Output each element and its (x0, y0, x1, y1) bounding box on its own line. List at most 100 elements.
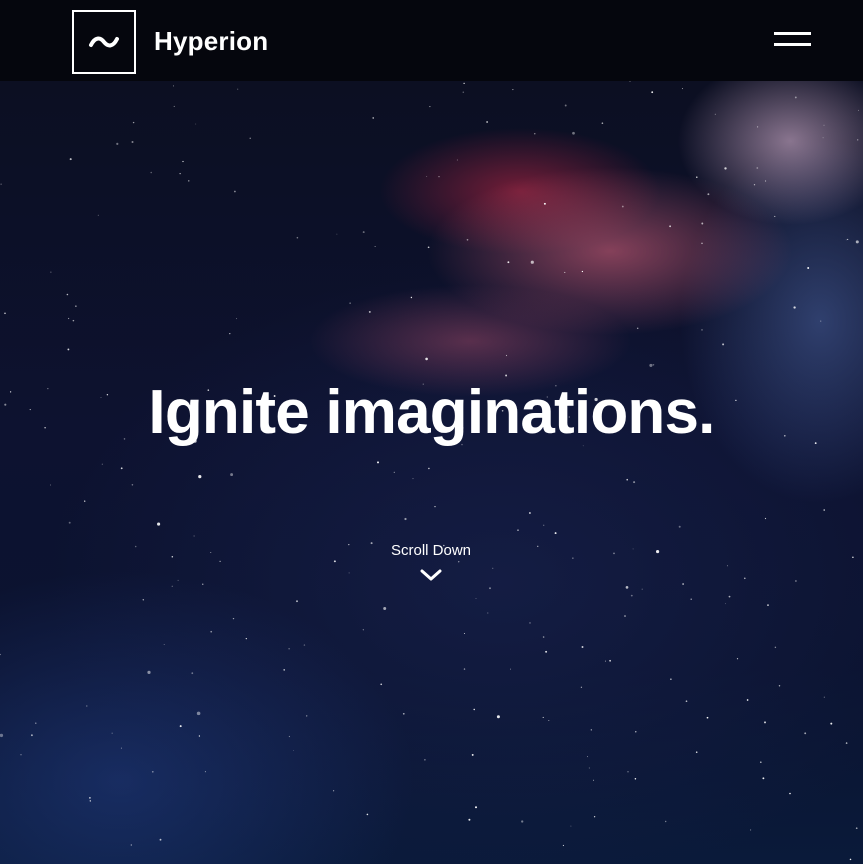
star (179, 173, 181, 175)
star (823, 124, 825, 126)
hero-headline: Ignite imaginations. (148, 378, 715, 447)
star (245, 638, 247, 640)
star (588, 767, 590, 769)
star (794, 580, 797, 582)
star (681, 88, 683, 90)
star (191, 672, 194, 675)
chevron-down-icon (420, 569, 442, 581)
star (604, 660, 606, 662)
star (332, 790, 335, 792)
star (434, 505, 436, 508)
star (377, 461, 379, 464)
star (542, 716, 544, 718)
star (593, 816, 596, 818)
star (410, 296, 413, 299)
star (134, 545, 137, 548)
star (823, 696, 825, 698)
star (633, 481, 636, 484)
star (581, 646, 584, 648)
star (210, 552, 212, 553)
star (236, 318, 238, 320)
star (249, 137, 251, 139)
star (468, 818, 471, 821)
star (75, 305, 77, 307)
star (348, 572, 350, 574)
star (0, 183, 2, 185)
star (163, 644, 165, 645)
star (570, 825, 572, 827)
star (404, 517, 407, 521)
star (609, 659, 611, 662)
star (630, 594, 633, 597)
star (157, 522, 161, 526)
star (177, 579, 179, 581)
star (634, 777, 637, 780)
hamburger-menu-button[interactable] (768, 26, 818, 56)
star (424, 758, 426, 761)
star (764, 721, 766, 724)
star (428, 467, 430, 470)
star (130, 844, 132, 846)
star (296, 600, 298, 603)
star (701, 242, 703, 245)
star (67, 348, 70, 351)
star (581, 270, 584, 273)
star (665, 820, 667, 823)
star (362, 231, 365, 234)
star (456, 159, 458, 161)
star (67, 317, 70, 320)
star (529, 622, 531, 624)
star (288, 735, 290, 738)
star (670, 678, 672, 680)
star (368, 310, 371, 313)
star (632, 548, 634, 550)
star (756, 167, 759, 169)
star (86, 705, 88, 707)
star (651, 91, 654, 94)
star (229, 332, 231, 335)
star (463, 668, 466, 670)
star (486, 121, 488, 123)
star (492, 567, 494, 569)
star (624, 615, 626, 617)
star (750, 829, 752, 831)
star (234, 190, 236, 193)
star (466, 238, 469, 241)
star (641, 588, 643, 590)
star (542, 636, 545, 638)
star (131, 484, 134, 486)
brand-name[interactable]: Hyperion (154, 25, 268, 57)
starfield (0, 81, 859, 861)
star (858, 109, 859, 111)
star (635, 731, 637, 733)
star (807, 267, 810, 269)
star (370, 542, 373, 545)
star (601, 122, 604, 125)
star (562, 844, 564, 847)
star (473, 708, 475, 711)
star (305, 715, 308, 717)
star (293, 750, 294, 752)
star (425, 357, 428, 361)
hero-section: Ignite imaginations. Scroll Down (0, 81, 863, 864)
star (724, 603, 726, 605)
star (847, 238, 849, 240)
star (182, 160, 184, 163)
logo[interactable] (72, 10, 136, 74)
star (463, 633, 465, 634)
star (765, 180, 767, 182)
star (111, 732, 113, 734)
scroll-down-button[interactable]: Scroll Down (381, 539, 481, 599)
star (159, 838, 162, 841)
star (855, 827, 858, 830)
star (195, 123, 197, 125)
star (517, 529, 519, 531)
star (580, 686, 583, 688)
star (349, 302, 351, 304)
star (774, 215, 776, 217)
star (537, 545, 539, 547)
star (696, 176, 698, 178)
star (333, 560, 336, 563)
star (471, 753, 474, 756)
site-header: Hyperion (0, 0, 863, 81)
